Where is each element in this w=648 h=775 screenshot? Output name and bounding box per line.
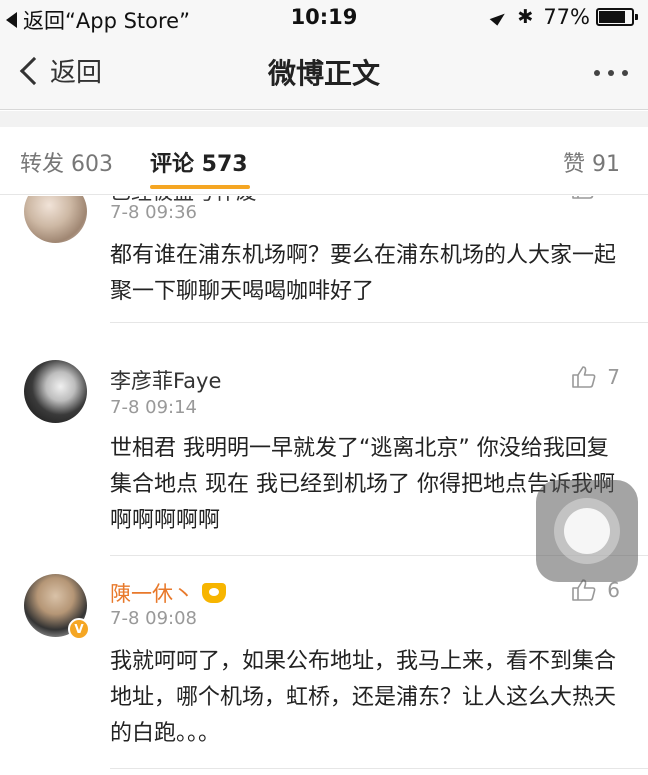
like-button[interactable]: 7 xyxy=(571,365,620,389)
avatar[interactable] xyxy=(24,360,87,423)
navigation-bar: 返回 微博正文 xyxy=(0,34,648,110)
thumbs-up-icon xyxy=(572,366,596,388)
avatar[interactable] xyxy=(24,196,87,243)
battery-fill xyxy=(599,11,626,23)
more-dot xyxy=(608,70,614,76)
comment-username[interactable]: 李彦菲Faye xyxy=(110,365,221,395)
assistive-touch-button[interactable] xyxy=(536,480,638,582)
comment-text: 我就呵呵了，如果公布地址，我马上来，看不到集合地址，哪个机场，虹桥，还是浦东？让… xyxy=(110,649,617,746)
tab-like[interactable]: 赞 91 xyxy=(563,146,620,178)
tab-bar: 转发 603 评论 573 赞 91 xyxy=(0,127,648,195)
comment-divider xyxy=(110,768,648,769)
page-title: 微博正文 xyxy=(267,57,380,90)
location-arrow-icon xyxy=(490,8,507,26)
tab-repost[interactable]: 转发 603 xyxy=(20,146,113,178)
tab-comment[interactable]: 评论 573 xyxy=(150,146,248,178)
more-dot xyxy=(594,70,600,76)
active-tab-indicator xyxy=(150,185,250,189)
section-separator xyxy=(0,111,648,127)
like-count: 7 xyxy=(607,365,620,389)
comment-username-text: 陳一休丶 xyxy=(110,582,194,606)
vip-crown-icon xyxy=(202,583,226,603)
verified-badge-icon: V xyxy=(68,618,90,640)
comment-text: 都有谁在浦东机场啊？要么在浦东机场的人大家一起聚一下聊聊天喝喝咖啡好了 xyxy=(110,243,617,304)
battery-icon xyxy=(596,8,638,26)
battery-percent: 77% xyxy=(543,5,590,29)
like-count: 2 xyxy=(607,196,620,200)
comment-divider xyxy=(110,322,648,323)
comment-username[interactable]: 陳一休丶 xyxy=(110,578,226,608)
status-bar: 返回“App Store” 10:19 ✱ 77% xyxy=(0,0,648,34)
like-button[interactable]: 2 xyxy=(571,196,620,200)
status-indicators: ✱ 77% xyxy=(490,5,638,29)
more-options-icon[interactable] xyxy=(594,70,628,76)
bluetooth-icon: ✱ xyxy=(517,6,534,28)
comment-timestamp: 7-8 09:36 xyxy=(110,202,197,223)
comment-timestamp: 7-8 09:08 xyxy=(110,608,197,629)
assistive-touch-dot-icon xyxy=(564,508,610,554)
comment-timestamp: 7-8 09:14 xyxy=(110,397,197,418)
battery-tip xyxy=(635,14,638,20)
more-dot xyxy=(622,70,628,76)
thumbs-up-icon xyxy=(572,196,594,199)
